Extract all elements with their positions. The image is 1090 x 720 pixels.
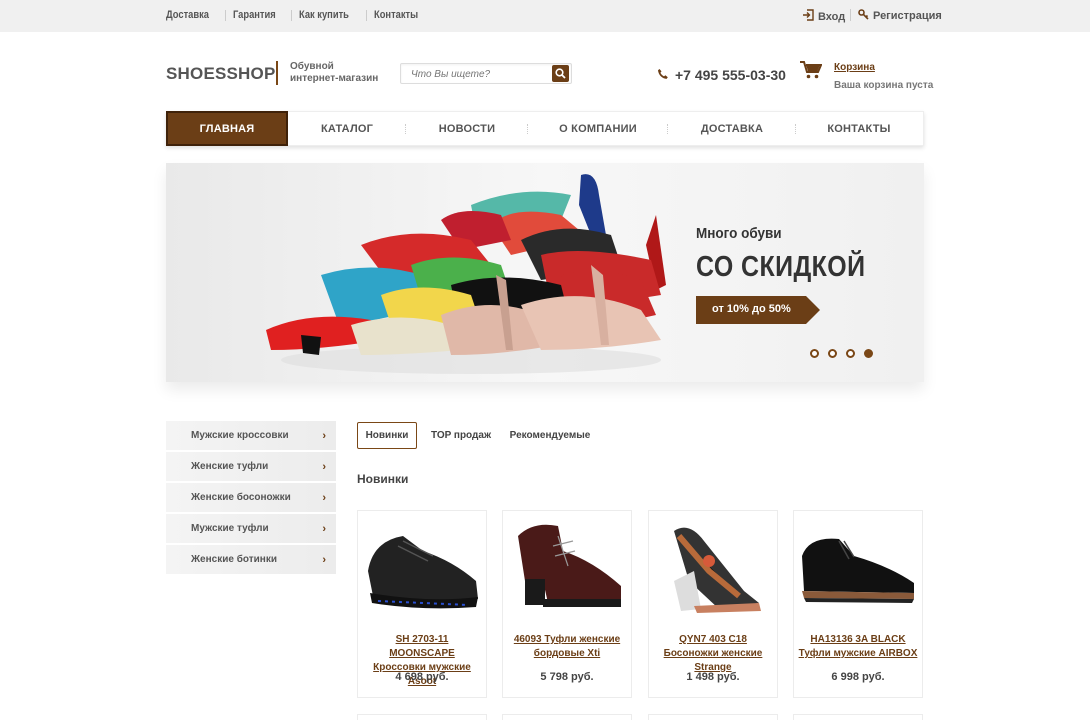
- product-card-stub: [648, 714, 778, 720]
- top-link-delivery[interactable]: Доставка: [166, 9, 209, 21]
- login-icon: [802, 9, 814, 24]
- phone-label: +7 495 555-03-30: [675, 67, 786, 83]
- top-bar: Доставка Гарантия Как купить Контакты Вх…: [0, 0, 1090, 32]
- hero-subtitle: Много обуви: [696, 225, 782, 242]
- section-title: Новинки: [357, 472, 409, 486]
- product-price: 1 498 руб.: [686, 671, 740, 683]
- top-link-warranty[interactable]: Гарантия: [233, 9, 276, 21]
- register-label: Регистрация: [873, 10, 942, 22]
- category-label: Женские ботинки: [191, 554, 277, 565]
- category-womens-boots[interactable]: Женские ботинки ›: [166, 545, 336, 574]
- product-card[interactable]: 46093 Туфли женские бордовые Xti 5 798 р…: [502, 510, 632, 698]
- product-name[interactable]: QYN7 403 C18 Босоножки женские Strange: [653, 633, 773, 675]
- chevron-right-icon: ›: [322, 553, 326, 566]
- product-name[interactable]: 46093 Туфли женские бордовые Xti: [507, 633, 627, 661]
- chevron-right-icon: ›: [322, 460, 326, 473]
- nav-contacts[interactable]: КОНТАКТЫ: [796, 112, 922, 145]
- login-label: Вход: [818, 10, 846, 23]
- tab-new[interactable]: Новинки: [357, 422, 417, 449]
- nav-about[interactable]: О КОМПАНИИ: [528, 112, 668, 145]
- top-link-how-to-buy[interactable]: Как купить: [299, 9, 349, 21]
- cart-icon[interactable]: [800, 61, 823, 82]
- chevron-right-icon: ›: [322, 522, 326, 535]
- slider-dot-1[interactable]: [810, 349, 819, 358]
- shoe-pile-image: [266, 174, 666, 374]
- category-label: Мужские кроссовки: [191, 430, 289, 441]
- product-image-sneaker: [368, 536, 478, 609]
- logo-divider: [276, 61, 278, 85]
- category-label: Женские босоножки: [191, 492, 291, 503]
- phone-icon: [657, 67, 669, 83]
- product-price: 6 998 руб.: [831, 671, 885, 683]
- register-link[interactable]: Регистрация: [858, 9, 942, 23]
- hero-title: СО СКИДКОЙ: [696, 251, 866, 283]
- key-icon: [858, 9, 869, 23]
- chevron-right-icon: ›: [322, 429, 326, 442]
- slider-dots: [810, 349, 882, 358]
- nav-catalog[interactable]: КАТАЛОГ: [288, 112, 406, 145]
- cart-link[interactable]: Корзина: [834, 62, 875, 73]
- search-button[interactable]: [552, 65, 569, 82]
- category-mens-sneakers[interactable]: Мужские кроссовки ›: [166, 421, 336, 450]
- main-nav: ГЛАВНАЯ КАТАЛОГ НОВОСТИ О КОМПАНИИ ДОСТА…: [166, 111, 924, 146]
- product-image-dress-shoe: [802, 538, 914, 603]
- cart-status: Ваша корзина пуста: [834, 80, 934, 91]
- nav-news[interactable]: НОВОСТИ: [406, 112, 528, 145]
- product-card-stub: [793, 714, 923, 720]
- product-card[interactable]: QYN7 403 C18 Босоножки женские Strange 1…: [648, 510, 778, 698]
- product-image-sandal: [674, 527, 761, 613]
- product-card-stub: [502, 714, 632, 720]
- auth-divider: [850, 9, 851, 21]
- product-image-boot: [518, 524, 621, 607]
- product-price: 4 698 руб.: [395, 671, 449, 683]
- top-links: Доставка Гарантия Как купить Контакты: [166, 9, 441, 21]
- slider-dot-2[interactable]: [828, 349, 837, 358]
- slider-dot-4[interactable]: [864, 349, 873, 358]
- tab-top-sales[interactable]: TOP продаж: [428, 422, 494, 449]
- site-logo[interactable]: SHOESSHOP: [166, 64, 276, 84]
- site-tagline: Обувной интернет-магазин: [290, 61, 379, 84]
- category-sidebar: Мужские кроссовки › Женские туфли › Женс…: [166, 421, 336, 576]
- top-link-contacts[interactable]: Контакты: [374, 9, 418, 21]
- chevron-right-icon: ›: [322, 491, 326, 504]
- category-womens-shoes[interactable]: Женские туфли ›: [166, 452, 336, 481]
- category-label: Мужские туфли: [191, 523, 269, 534]
- login-link[interactable]: Вход: [802, 9, 845, 24]
- search-box: [400, 63, 572, 84]
- category-mens-shoes[interactable]: Мужские туфли ›: [166, 514, 336, 543]
- discount-badge[interactable]: от 10% до 50%: [696, 296, 820, 324]
- discount-badge-label: от 10% до 50%: [712, 303, 791, 315]
- nav-delivery[interactable]: ДОСТАВКА: [668, 112, 796, 145]
- product-card[interactable]: SH 2703-11 MOONSCAPE Кроссовки мужские A…: [357, 510, 487, 698]
- category-label: Женские туфли: [191, 461, 269, 472]
- product-price: 5 798 руб.: [540, 671, 594, 683]
- hero-banner[interactable]: Много обуви СО СКИДКОЙ от 10% до 50%: [166, 163, 924, 382]
- nav-home[interactable]: ГЛАВНАЯ: [166, 111, 288, 146]
- phone-number: +7 495 555-03-30: [657, 67, 786, 83]
- tab-recommended[interactable]: Рекомендуемые: [510, 422, 591, 449]
- category-womens-sandals[interactable]: Женские босоножки ›: [166, 483, 336, 512]
- product-card[interactable]: HA13136 3A BLACK Туфли мужские AIRBOX 6 …: [793, 510, 923, 698]
- slider-dot-3[interactable]: [846, 349, 855, 358]
- product-card-stub: [357, 714, 487, 720]
- search-input[interactable]: [411, 67, 551, 81]
- search-icon: [555, 68, 566, 79]
- product-name[interactable]: HA13136 3A BLACK Туфли мужские AIRBOX: [798, 633, 918, 661]
